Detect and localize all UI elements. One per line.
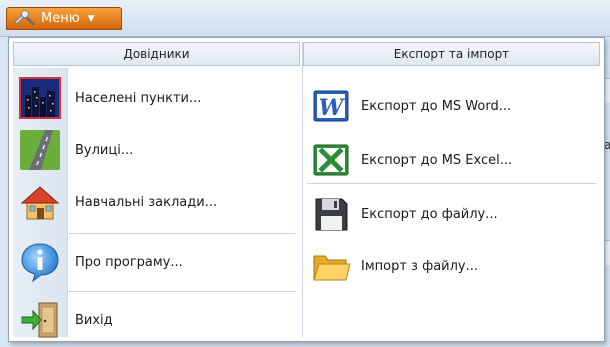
- menu-item-schools[interactable]: Навчальні заклади...: [13, 178, 300, 226]
- info-icon: [19, 241, 61, 283]
- menu-button[interactable]: Меню ▼: [6, 7, 122, 30]
- menu-item-import-file[interactable]: Імпорт з файлу...: [303, 242, 600, 290]
- menu-item-label: Навчальні заклади...: [75, 194, 218, 210]
- menu-separator: [69, 291, 296, 292]
- menu-separator: [307, 183, 596, 184]
- menu-item-label: Про програму...: [75, 254, 183, 270]
- main-menu-dropdown: Довідники Населені пункти... Вулиці... Н…: [8, 37, 605, 342]
- menu-separator: [69, 233, 296, 234]
- tools-icon: [13, 9, 35, 29]
- menu-item-settlements[interactable]: Населені пункти...: [13, 74, 300, 122]
- folder-icon: [311, 246, 351, 286]
- svg-text:W: W: [319, 95, 346, 121]
- export-import-header: Експорт та імпорт: [303, 42, 600, 66]
- menu-item-label: Експорт до файлу...: [361, 206, 498, 222]
- road-icon: [19, 129, 61, 171]
- city-night-icon: [19, 77, 61, 119]
- menu-item-export-word[interactable]: W Експорт до MS Word...: [303, 82, 600, 130]
- menu-item-streets[interactable]: Вулиці...: [13, 126, 300, 174]
- menu-item-export-excel[interactable]: Експорт до MS Excel...: [303, 136, 600, 184]
- menu-item-label: Вулиці...: [75, 142, 134, 158]
- export-import-column: Експорт та імпорт W Експорт до MS Word..…: [302, 42, 600, 337]
- floppy-disk-icon: [311, 194, 351, 234]
- chevron-down-icon: ▼: [87, 13, 95, 24]
- word-icon: W: [311, 86, 351, 126]
- menu-item-exit[interactable]: Вихід: [13, 296, 300, 344]
- menu-item-label: Експорт до MS Word...: [361, 98, 512, 114]
- exit-door-icon: [19, 299, 61, 341]
- menu-item-label: Імпорт з файлу...: [361, 258, 479, 274]
- menu-item-export-file[interactable]: Експорт до файлу...: [303, 190, 600, 238]
- menu-button-label: Меню: [41, 11, 80, 26]
- menu-item-label: Експорт до MS Excel...: [361, 152, 513, 168]
- house-icon: [19, 181, 61, 223]
- menu-item-label: Населені пункти...: [75, 90, 202, 106]
- reference-books-column: Довідники Населені пункти... Вулиці... Н…: [13, 42, 300, 338]
- reference-books-header: Довідники: [13, 42, 300, 66]
- excel-icon: [311, 140, 351, 180]
- menu-item-label: Вихід: [75, 312, 113, 328]
- menu-item-about[interactable]: Про програму...: [13, 238, 300, 286]
